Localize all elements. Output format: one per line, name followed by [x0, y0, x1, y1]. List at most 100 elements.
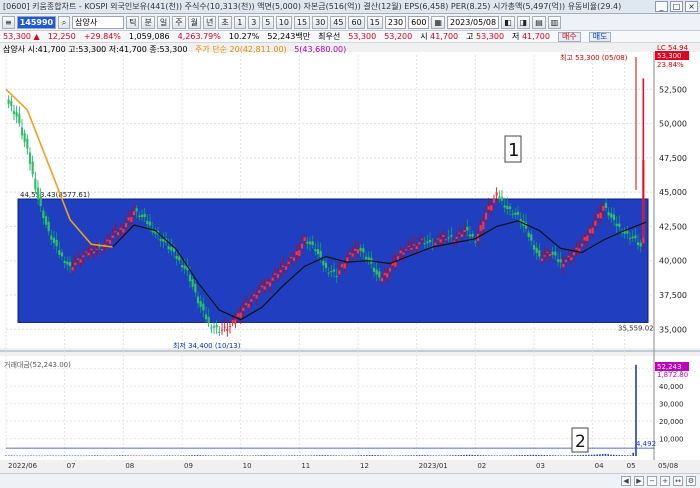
volume-bar	[185, 455, 188, 456]
settings-icon[interactable]: ⚙	[686, 476, 696, 486]
interval-3[interactable]: 3	[247, 15, 260, 29]
interval-45[interactable]: 45	[330, 15, 347, 29]
price-y-tick-label: 42,500	[659, 222, 687, 231]
volume-bar	[549, 455, 551, 456]
interval-10[interactable]: 10	[275, 15, 292, 29]
volume-bar	[246, 455, 249, 457]
candle-body	[36, 187, 40, 200]
interval-custom[interactable]: 15	[366, 15, 383, 29]
candle-body	[90, 248, 93, 251]
period-year[interactable]: 년	[202, 15, 217, 29]
candle-body	[639, 242, 642, 247]
tool-icon-1[interactable]: ◧	[501, 15, 515, 29]
menu-icon[interactable]: ≡	[2, 15, 15, 29]
date-input[interactable]: 2023/05/08	[446, 15, 500, 29]
candle-body	[79, 259, 82, 263]
price-y-tick-label: 37,500	[659, 291, 687, 300]
interval-30[interactable]: 30	[312, 15, 329, 29]
period-second[interactable]: 초	[218, 15, 232, 29]
minimize-button[interactable]: _	[655, 1, 668, 12]
volume-bar	[279, 455, 282, 457]
candle-body	[12, 110, 16, 115]
volume-bar	[241, 455, 243, 456]
candle-body	[388, 268, 392, 272]
candle-body	[500, 196, 504, 201]
search-icon[interactable]: ⌕	[58, 15, 71, 29]
volume-bar	[199, 455, 202, 456]
candle-body	[586, 235, 589, 241]
buy-button[interactable]: 매수	[557, 31, 581, 42]
volume-bar	[393, 455, 396, 457]
candle-body	[220, 329, 224, 331]
candle-body	[543, 255, 546, 257]
price-chart-svg[interactable]: 52,500 50,000 47,500 45,000 42,500 40,000 37,5…	[0, 43, 700, 473]
current-label: LC 54.94	[657, 44, 689, 52]
candle-body	[570, 257, 573, 261]
volume-bar	[152, 455, 154, 457]
volume-bar	[196, 455, 199, 456]
scroll-left-icon[interactable]: ◀	[621, 476, 631, 486]
calendar-icon[interactable]: ▦	[431, 15, 445, 29]
volume-bar	[30, 455, 32, 456]
volume-bar	[346, 455, 349, 456]
interval-5[interactable]: 5	[261, 15, 274, 29]
zoom-in-icon[interactable]: +	[660, 476, 670, 486]
period-week[interactable]: 주	[172, 15, 186, 29]
tool-icon-3[interactable]: ▤	[532, 15, 546, 29]
volume-bar	[526, 454, 529, 456]
candle-body	[146, 221, 149, 224]
maximize-button[interactable]: □	[670, 1, 683, 12]
volume-bar	[299, 455, 301, 456]
candle-body	[538, 250, 541, 257]
volume-bar	[529, 454, 532, 456]
tool-icon-2[interactable]: ◨	[516, 15, 531, 29]
candle-body	[87, 252, 90, 256]
candle-body	[250, 299, 253, 302]
volume-bar	[490, 455, 493, 456]
candle-body	[188, 274, 192, 282]
volume-bar	[379, 455, 382, 456]
candle-body	[196, 296, 200, 304]
tool-icon-4[interactable]: ▥	[547, 15, 562, 29]
candle-body	[532, 245, 536, 250]
candle-body	[412, 244, 416, 246]
count-input[interactable]: 230	[384, 15, 407, 29]
candle-body	[268, 282, 272, 287]
interval-15[interactable]: 15	[293, 15, 311, 29]
interval-60[interactable]: 60	[348, 15, 365, 29]
candle-body	[330, 271, 333, 273]
volume-bar	[24, 455, 27, 457]
volume-bar	[263, 455, 265, 456]
chart-area[interactable]: 52,500 50,000 47,500 45,000 42,500 40,000 37,5…	[0, 43, 700, 488]
period-month[interactable]: 월	[187, 15, 201, 29]
sell-button[interactable]: 매도	[588, 31, 612, 42]
candle-body	[514, 212, 517, 215]
annotation-2-label: 2	[575, 432, 586, 452]
volume-bar	[463, 454, 465, 456]
candle-body	[279, 269, 282, 273]
volume-bar	[16, 455, 18, 457]
volume-bar	[363, 455, 365, 456]
candle-body	[242, 307, 245, 311]
close-button[interactable]: ×	[685, 1, 698, 12]
fit-icon[interactable]: ↔	[673, 476, 683, 486]
stock-name-field[interactable]: 삼양사	[72, 15, 125, 29]
scroll-right-icon[interactable]: ▶	[634, 476, 644, 486]
volume-bar	[32, 455, 35, 457]
candle-body	[148, 221, 152, 226]
volume-bar	[468, 454, 471, 456]
period-minute[interactable]: 분	[141, 15, 155, 29]
interval-1[interactable]: 1	[233, 15, 246, 29]
volume-bar	[7, 455, 10, 457]
period-day[interactable]: 일	[156, 15, 171, 29]
period-tick[interactable]: 틱	[126, 15, 140, 29]
volume-bar	[565, 455, 568, 456]
volume-bar	[477, 455, 479, 456]
box-zone	[17, 198, 649, 323]
volume-bar	[168, 455, 171, 456]
candle-body	[380, 277, 384, 282]
stock-code-input[interactable]: 145990	[16, 15, 57, 29]
volume-bar	[52, 455, 54, 457]
zoom-out-icon[interactable]: −	[647, 476, 657, 486]
candle-body	[583, 236, 586, 241]
